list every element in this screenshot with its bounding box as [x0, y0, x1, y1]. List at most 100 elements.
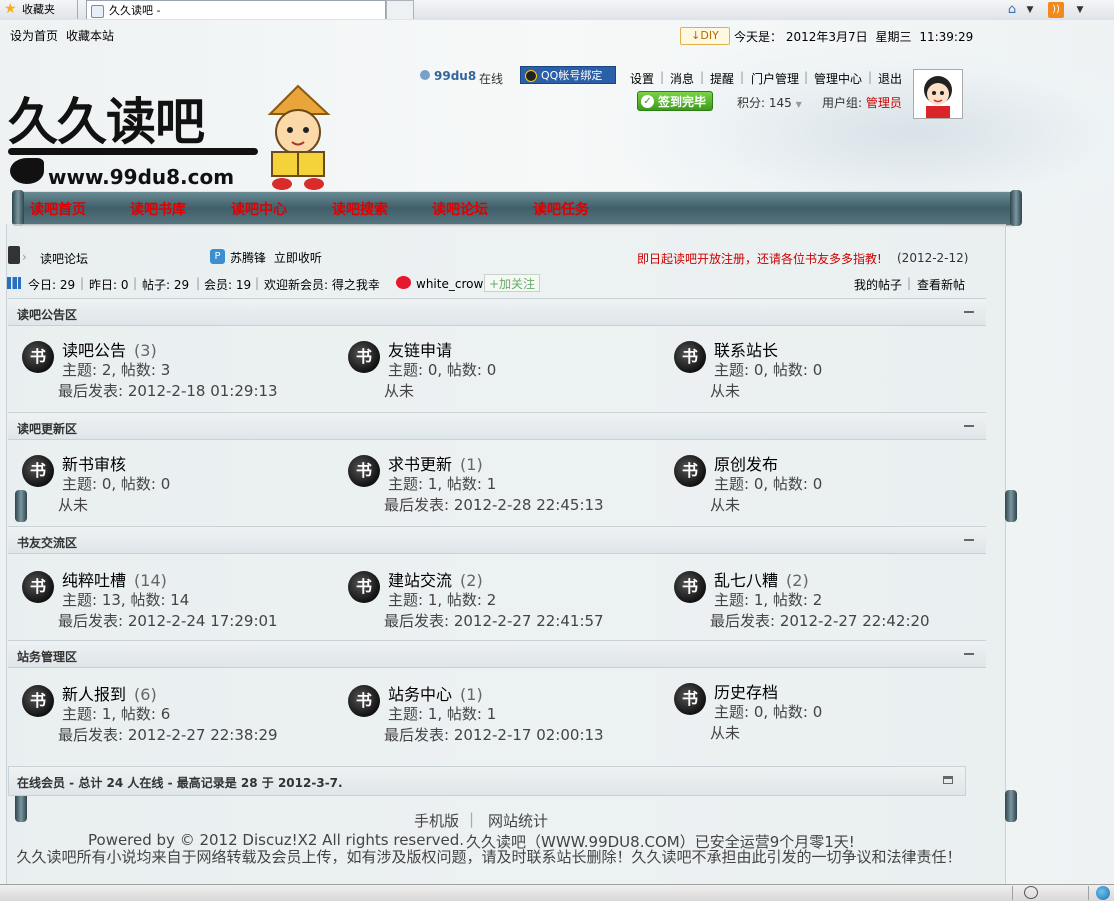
forum-last-post[interactable]: 最后发表: 2012-2-24 17:29:01 [58, 610, 278, 631]
forum-last-post[interactable]: 最后发表: 2012-2-27 22:42:20 [710, 610, 930, 631]
forum-last-post: 从未 [710, 382, 741, 400]
forum-name[interactable]: 原创发布 [714, 451, 786, 475]
forum-item[interactable]: 书 乱七八糟 (2) 主题: 1, 帖数: 2 最后发表: 2012-2-27 2… [674, 563, 994, 631]
forum-stats: 主题: 0, 帖数: 0 [388, 361, 497, 379]
page-tab[interactable]: 久久读吧 - [86, 0, 386, 19]
forum-name[interactable]: 乱七八糟 (2) [714, 567, 809, 591]
mobile-link[interactable]: 手机版 [414, 810, 459, 831]
weibo-name[interactable]: white_crow [416, 277, 483, 291]
globe-icon[interactable] [1096, 886, 1110, 900]
browser-tab-bar: ★ 收藏夹 久久读吧 - ⌂ ▼ )) ▼ [0, 0, 1114, 21]
section-title[interactable]: 读吧更新区 [17, 420, 77, 437]
forum-name[interactable]: 联系站长 [714, 337, 786, 361]
forum-stats: 主题: 2, 帖数: 3 [62, 361, 171, 379]
nav-search[interactable]: 读吧搜索 [332, 199, 388, 219]
forum-last-post[interactable]: 最后发表: 2012-2-27 22:38:29 [58, 724, 278, 745]
nav-center[interactable]: 读吧中心 [231, 199, 287, 219]
forum-item[interactable]: 书 读吧公告 (3) 主题: 2, 帖数: 3 最后发表: 2012-2-18 0… [22, 333, 342, 401]
collapse-icon[interactable] [964, 539, 974, 541]
chevron-down-icon[interactable]: ▼ [1022, 2, 1038, 18]
forum-name[interactable]: 新书审核 [62, 451, 134, 475]
forum-item[interactable]: 书 新人报到 (6) 主题: 1, 帖数: 6 最后发表: 2012-2-27 2… [22, 677, 342, 745]
forum-item[interactable]: 书 求书更新 (1) 主题: 1, 帖数: 1 最后发表: 2012-2-28 2… [348, 447, 668, 515]
nav-tasks[interactable]: 读吧任务 [533, 199, 589, 219]
favorites-tab[interactable]: ★ 收藏夹 [0, 0, 78, 19]
avatar[interactable] [913, 69, 963, 119]
forum-stats: 主题: 13, 帖数: 14 [62, 591, 190, 609]
group-label: 用户组: [822, 96, 863, 110]
stat-welcome[interactable]: 欢迎新会员: 得之我幸 [264, 276, 380, 293]
site-logo-text[interactable]: 久久读吧 [8, 82, 205, 154]
set-home-link[interactable]: 设为首页 [10, 27, 58, 44]
forum-item[interactable]: 书 联系站长 主题: 0, 帖数: 0 从未 [674, 333, 994, 400]
forum-name[interactable]: 友链申请 [388, 337, 460, 361]
bookmark-link[interactable]: 收藏本站 [66, 27, 114, 44]
settings-link[interactable]: 设置 [630, 70, 654, 87]
check-icon: ✓ [641, 95, 654, 108]
nav-forum[interactable]: 读吧论坛 [432, 199, 488, 219]
forum-name[interactable]: 新人报到 (6) [62, 681, 157, 705]
forum-item[interactable]: 书 站务中心 (1) 主题: 1, 帖数: 1 最后发表: 2012-2-17 0… [348, 677, 668, 745]
section-header: 站务管理区 [8, 640, 986, 668]
forum-item[interactable]: 书 友链申请 主题: 0, 帖数: 0 从未 [348, 333, 668, 400]
new-posts-link[interactable]: 查看新帖 [917, 276, 965, 293]
forum-name[interactable]: 站务中心 (1) [388, 681, 483, 705]
signin-button[interactable]: ✓ 签到完毕 [637, 91, 713, 111]
messages-link[interactable]: 消息 [670, 70, 694, 87]
forum-item[interactable]: 书 原创发布 主题: 0, 帖数: 0 从未 [674, 447, 994, 514]
qq-bind-label: QQ帐号绑定 [541, 69, 603, 82]
forum-name[interactable]: 历史存档 [714, 679, 786, 703]
scroll-ornament [1005, 490, 1017, 522]
forum-last-post[interactable]: 最后发表: 2012-2-17 02:00:13 [384, 724, 604, 745]
weibo-follow-link[interactable]: 苏腾锋 立即收听 [230, 249, 322, 266]
forum-item[interactable]: 书 新书审核 主题: 0, 帖数: 0 从未 [22, 447, 342, 514]
feed-icon[interactable]: )) [1048, 2, 1064, 18]
notifications-link[interactable]: 提醒 [710, 70, 734, 87]
forum-name[interactable]: 读吧公告 (3) [62, 337, 157, 361]
online-members-text[interactable]: 在线会员 - 总计 24 人在线 - 最高记录是 28 于 2012-3-7. [17, 774, 343, 791]
forum-name[interactable]: 求书更新 (1) [388, 451, 483, 475]
my-posts-link[interactable]: 我的帖子 [854, 276, 902, 293]
breadcrumb[interactable]: 读吧论坛 [40, 250, 88, 267]
follow-button[interactable]: +加关注 [484, 274, 540, 292]
section-title[interactable]: 书友交流区 [17, 534, 77, 551]
admin-center-link[interactable]: 管理中心 [814, 70, 862, 87]
home-icon[interactable]: ⌂ [1004, 2, 1020, 18]
tencent-weibo-icon[interactable]: P [210, 249, 225, 264]
section-title[interactable]: 读吧公告区 [17, 306, 77, 323]
forum-post-count: (6) [134, 685, 157, 704]
page-icon [91, 5, 104, 18]
collapse-icon[interactable] [964, 311, 974, 313]
expand-icon[interactable] [943, 776, 953, 784]
forum-last-post[interactable]: 最后发表: 2012-2-18 01:29:13 [58, 380, 278, 401]
announcement-link[interactable]: 即日起读吧开放注册，还请各位书友多多指教! [637, 250, 882, 267]
points-display[interactable]: 积分: 145 ▼ [737, 94, 802, 111]
logout-link[interactable]: 退出 [878, 70, 902, 87]
forum-item[interactable]: 书 建站交流 (2) 主题: 1, 帖数: 2 最后发表: 2012-2-27 2… [348, 563, 668, 631]
forum-last-post[interactable]: 最后发表: 2012-2-28 22:45:13 [384, 494, 604, 515]
announcement-date: (2012-2-12) [897, 251, 969, 265]
forum-name[interactable]: 建站交流 (2) [388, 567, 483, 591]
section-title[interactable]: 站务管理区 [17, 648, 77, 665]
nav-home[interactable]: 读吧首页 [30, 199, 86, 219]
new-tab-button[interactable] [386, 0, 414, 19]
forum-name[interactable]: 纯粹吐槽 (14) [62, 567, 167, 591]
chevron-down-icon[interactable]: ▼ [1072, 2, 1088, 18]
site-stats-link[interactable]: 网站统计 [488, 810, 548, 831]
forum-post-count: (14) [134, 571, 167, 590]
collapse-icon[interactable] [964, 653, 974, 655]
forum-last-post[interactable]: 最后发表: 2012-2-27 22:41:57 [384, 610, 604, 631]
privacy-icon[interactable] [1024, 886, 1038, 899]
qq-bind-button[interactable]: QQ帐号绑定 [520, 66, 616, 84]
collapse-icon[interactable] [964, 425, 974, 427]
forum-item[interactable]: 书 历史存档 主题: 0, 帖数: 0 从未 [674, 675, 994, 742]
diy-button[interactable]: ↓DIY [680, 27, 730, 45]
nav-library[interactable]: 读吧书库 [130, 199, 186, 219]
forum-name-text: 建站交流 [388, 571, 453, 590]
powered-by: Powered by © 2012 Discuz!X2 All rights r… [88, 831, 465, 849]
username-link[interactable]: 99du8 [434, 69, 476, 83]
site-logo-url[interactable]: www.99du8.com [48, 165, 234, 189]
home-crumb-icon[interactable] [8, 246, 20, 264]
forum-item[interactable]: 书 纯粹吐槽 (14) 主题: 13, 帖数: 14 最后发表: 2012-2-2… [22, 563, 342, 631]
portal-admin-link[interactable]: 门户管理 [751, 70, 799, 87]
